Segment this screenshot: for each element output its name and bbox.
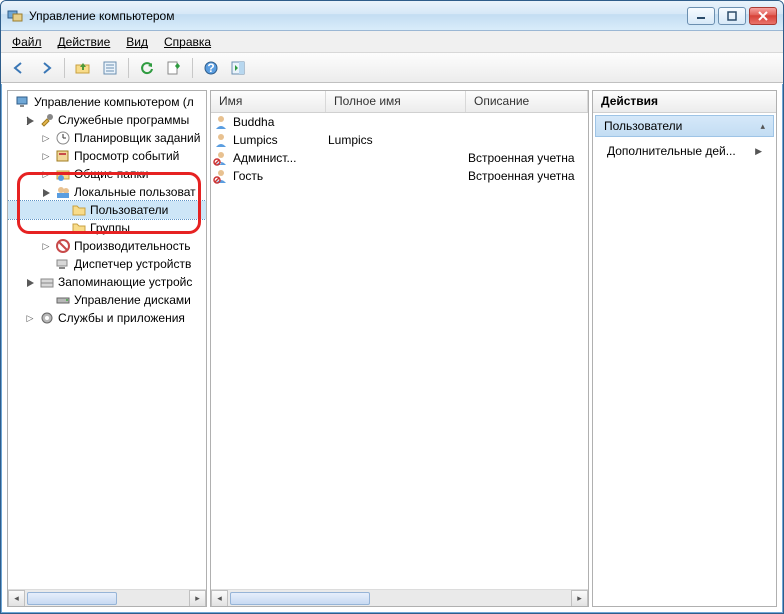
help-button[interactable]: ? [199,56,223,80]
tree-services-apps[interactable]: ▷ Службы и приложения [8,309,206,327]
users-icon [55,184,71,200]
tree-label: Службы и приложения [58,311,185,325]
tree-local-users[interactable]: Локальные пользоват [8,183,206,201]
column-name[interactable]: Имя [211,91,326,112]
user-disabled-icon [213,168,229,184]
tree-label: Управление компьютером (л [34,95,194,109]
close-button[interactable] [749,7,777,25]
expand-icon[interactable]: ▷ [40,132,52,144]
shared-folder-icon [55,166,71,182]
content-area: Управление компьютером (л Служебные прог… [1,83,783,613]
actions-context-label: Пользователи [604,119,682,133]
actions-header: Действия [593,91,776,113]
app-window: Управление компьютером Файл Действие Вид… [0,0,784,614]
tree-label: Планировщик заданий [74,131,200,145]
list-row[interactable]: Buddha [211,113,588,131]
tree-pane: Управление компьютером (л Служебные прог… [7,90,207,607]
toolbar: ? [1,53,783,83]
collapse-icon: ▴ [760,121,765,132]
titlebar: Управление компьютером [1,1,783,31]
services-icon [39,310,55,326]
svg-text:?: ? [207,61,214,75]
expand-icon[interactable]: ▷ [40,240,52,252]
folder-icon [71,220,87,236]
list-row[interactable]: Админист... Встроенная учетна [211,149,588,167]
column-description[interactable]: Описание [466,91,588,112]
navigation-tree[interactable]: Управление компьютером (л Служебные прог… [8,91,206,589]
menu-view[interactable]: Вид [118,33,156,51]
tree-label: Управление дисками [74,293,191,307]
user-disabled-icon [213,150,229,166]
user-icon [213,132,229,148]
list-row[interactable]: Lumpics Lumpics [211,131,588,149]
actions-pane: Действия Пользователи ▴ Дополнительные д… [592,90,777,607]
collapse-icon[interactable] [40,186,52,198]
user-icon [213,114,229,130]
tree-label: Диспетчер устройств [74,257,191,271]
refresh-button[interactable] [135,56,159,80]
device-icon [55,256,71,272]
tools-icon [39,112,55,128]
tree-disk-management[interactable]: Управление дисками [8,291,206,309]
user-list[interactable]: Buddha Lumpics Lumpics Админист... Встро… [211,113,588,589]
expand-icon[interactable]: ▷ [40,150,52,162]
tree-label: Локальные пользоват [74,185,196,199]
tree-label: Группы [90,221,130,235]
tree-shared[interactable]: ▷ Общие папки [8,165,206,183]
tree-horizontal-scrollbar[interactable]: ◂ ▸ [8,589,206,606]
tree-events[interactable]: ▷ Просмотр событий [8,147,206,165]
folder-icon [71,202,87,218]
tree-storage[interactable]: Запоминающие устройс [8,273,206,291]
window-title: Управление компьютером [29,9,684,23]
chevron-right-icon: ▶ [755,146,762,157]
actions-more[interactable]: Дополнительные дей... ▶ [593,139,776,163]
up-folder-button[interactable] [71,56,95,80]
tree-users[interactable]: Пользователи [8,201,206,219]
tree-label: Пользователи [90,203,168,217]
collapse-icon[interactable] [24,276,36,288]
clock-icon [55,130,71,146]
list-pane: Имя Полное имя Описание Buddha Lumpics L… [210,90,589,607]
list-horizontal-scrollbar[interactable]: ◂ ▸ [211,589,588,606]
app-icon [7,8,23,24]
minimize-button[interactable] [687,7,715,25]
tree-label: Общие папки [74,167,148,181]
computer-icon [15,94,31,110]
tree-groups[interactable]: Группы [8,219,206,237]
tree-scheduler[interactable]: ▷ Планировщик заданий [8,129,206,147]
export-button[interactable] [162,56,186,80]
menu-action[interactable]: Действие [50,33,119,51]
properties-button[interactable] [98,56,122,80]
collapse-icon[interactable] [24,114,36,126]
tree-label: Просмотр событий [74,149,179,163]
list-header: Имя Полное имя Описание [211,91,588,113]
tree-root[interactable]: Управление компьютером (л [8,93,206,111]
back-button[interactable] [7,56,31,80]
menu-help[interactable]: Справка [156,33,219,51]
expand-icon[interactable]: ▷ [24,312,36,324]
disk-icon [55,292,71,308]
tree-label: Служебные программы [58,113,189,127]
column-fullname[interactable]: Полное имя [326,91,466,112]
storage-icon [39,274,55,290]
events-icon [55,148,71,164]
tree-label: Запоминающие устройс [58,275,192,289]
tree-label: Производительность [74,239,190,253]
tree-device-manager[interactable]: Диспетчер устройств [8,255,206,273]
list-row[interactable]: Гость Встроенная учетна [211,167,588,185]
maximize-button[interactable] [718,7,746,25]
perf-icon [55,238,71,254]
forward-button[interactable] [34,56,58,80]
menu-file[interactable]: Файл [4,33,50,51]
tree-services[interactable]: Служебные программы [8,111,206,129]
actions-more-label: Дополнительные дей... [607,144,736,158]
tree-performance[interactable]: ▷ Производительность [8,237,206,255]
action-pane-button[interactable] [226,56,250,80]
menubar: Файл Действие Вид Справка [1,31,783,53]
expand-icon[interactable]: ▷ [40,168,52,180]
actions-context[interactable]: Пользователи ▴ [595,115,774,137]
